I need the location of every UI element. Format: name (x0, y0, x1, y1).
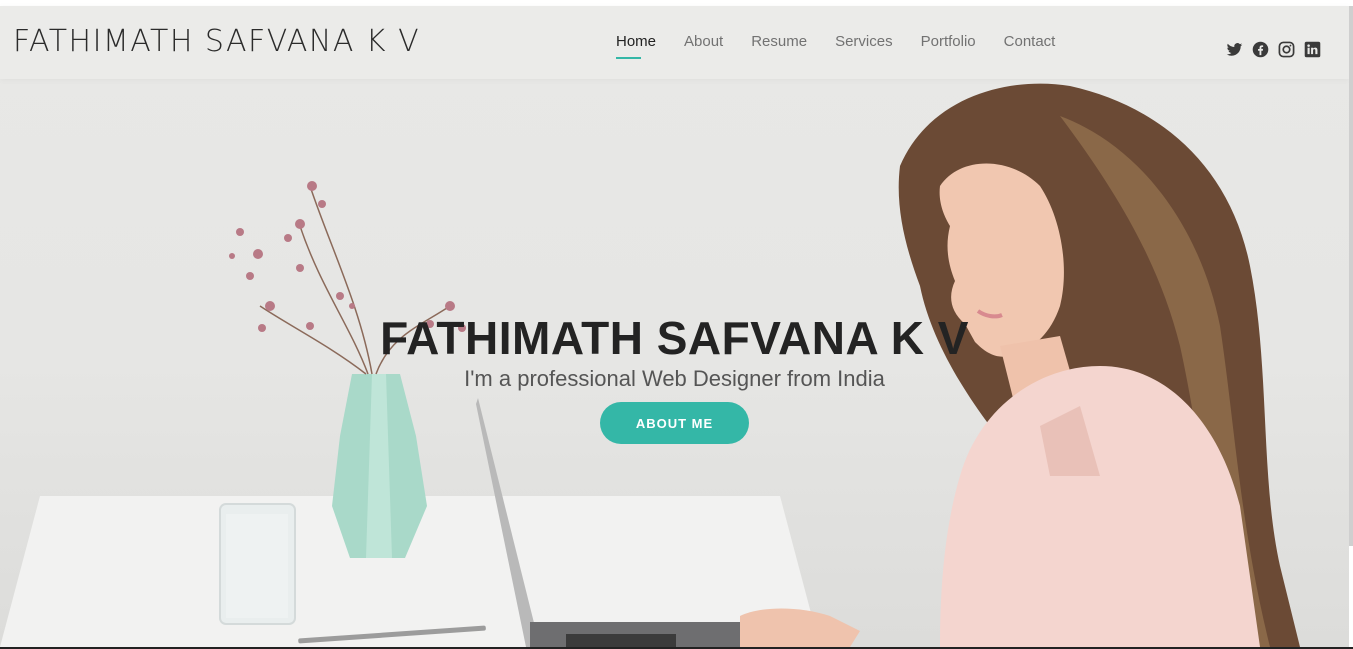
nav-about[interactable]: About (684, 33, 723, 59)
nav-resume[interactable]: Resume (751, 33, 807, 59)
nav-services[interactable]: Services (835, 33, 893, 59)
hero-subtitle: I'm a professional Web Designer from Ind… (464, 366, 885, 391)
facebook-icon[interactable] (1252, 41, 1269, 58)
nav-contact[interactable]: Contact (1004, 33, 1056, 59)
site-logo[interactable]: FATHIMATH SAFVANA K V (13, 24, 420, 59)
main-nav: Home About Resume Services Portfolio Con… (616, 33, 1083, 59)
social-links (1226, 41, 1321, 58)
twitter-icon[interactable] (1226, 41, 1243, 58)
instagram-icon[interactable] (1278, 41, 1295, 58)
nav-portfolio[interactable]: Portfolio (921, 33, 976, 59)
page-scrollbar[interactable] (1349, 6, 1353, 546)
about-me-button[interactable]: ABOUT ME (600, 402, 749, 444)
linkedin-icon[interactable] (1304, 41, 1321, 58)
site-header: FATHIMATH SAFVANA K V Home About Resume … (0, 6, 1349, 79)
hero-title: FATHIMATH SAFVANA K V (380, 311, 969, 364)
nav-home[interactable]: Home (616, 33, 656, 59)
